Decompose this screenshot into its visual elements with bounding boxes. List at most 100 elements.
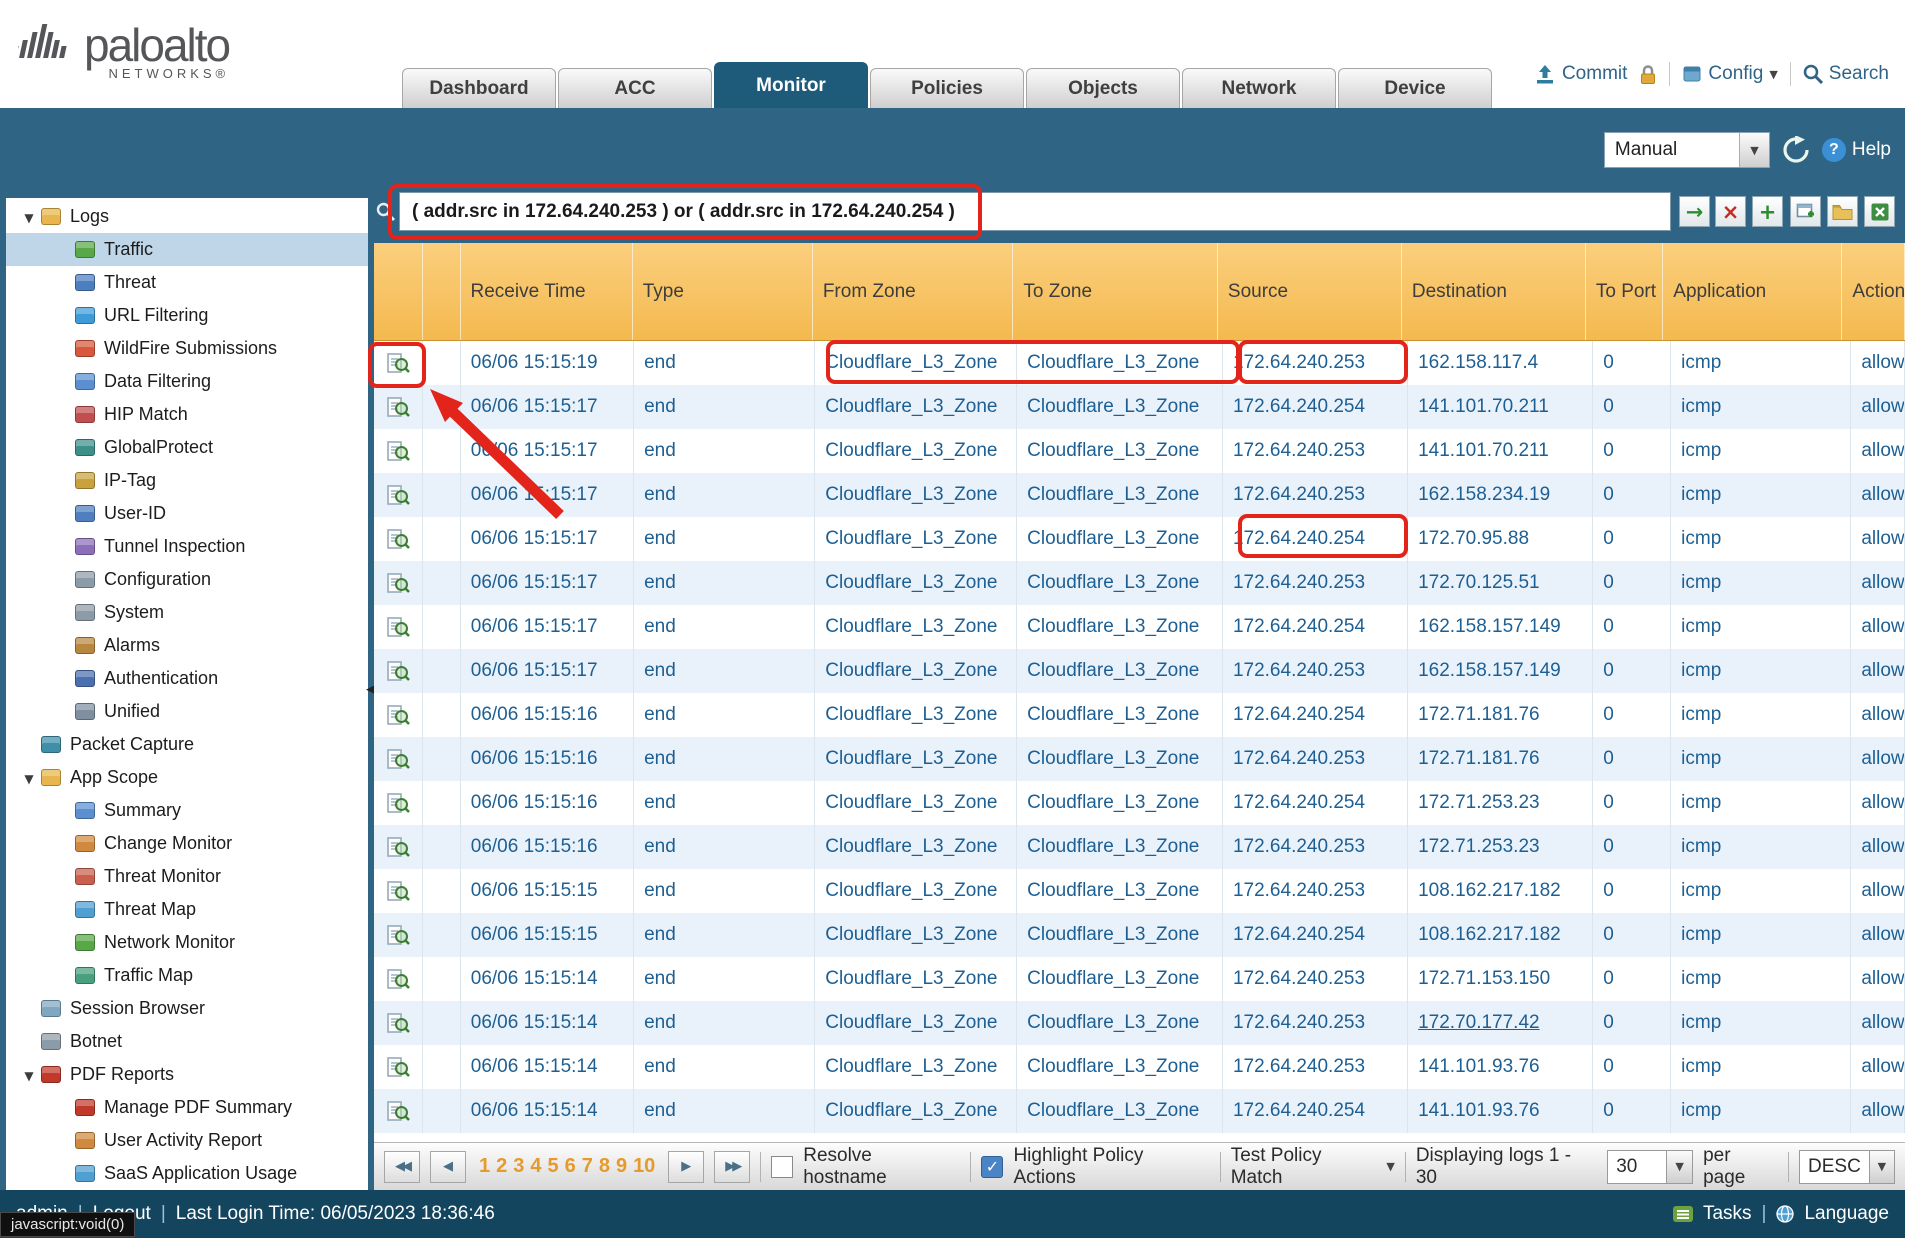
- cell-action[interactable]: allow: [1851, 473, 1905, 517]
- sidebar-item-traffic-map[interactable]: Traffic Map: [6, 959, 368, 992]
- cell-type[interactable]: end: [634, 341, 815, 385]
- sidebar-item-threat[interactable]: Threat: [6, 266, 368, 299]
- cell-source[interactable]: 172.64.240.254: [1223, 781, 1408, 825]
- cell-destination[interactable]: 172.71.253.23: [1408, 825, 1593, 869]
- select-dropdown-button[interactable]: ▼: [1666, 1151, 1692, 1183]
- page-number[interactable]: 3: [513, 1155, 524, 1177]
- sort-order-select[interactable]: DESC ▼: [1799, 1150, 1895, 1184]
- page-number[interactable]: 2: [496, 1155, 507, 1177]
- cell-receive-time[interactable]: 06/06 15:15:15: [461, 913, 634, 957]
- cell-action[interactable]: allow: [1851, 429, 1905, 473]
- cell-destination[interactable]: 141.101.70.211: [1408, 429, 1593, 473]
- cell-receive-time[interactable]: 06/06 15:15:15: [461, 869, 634, 913]
- cell-to-zone[interactable]: Cloudflare_L3_Zone: [1017, 605, 1223, 649]
- log-detail-icon[interactable]: [374, 693, 423, 737]
- cell-application[interactable]: icmp: [1671, 385, 1851, 429]
- log-detail-icon[interactable]: [374, 781, 423, 825]
- cell-receive-time[interactable]: 06/06 15:15:19: [461, 341, 634, 385]
- column-header-receive-time[interactable]: Receive Time: [461, 243, 633, 340]
- log-detail-icon[interactable]: [374, 473, 423, 517]
- cell-from-zone[interactable]: Cloudflare_L3_Zone: [815, 385, 1017, 429]
- cell-to-zone[interactable]: Cloudflare_L3_Zone: [1017, 429, 1223, 473]
- cell-source[interactable]: 172.64.240.254: [1223, 385, 1408, 429]
- page-number[interactable]: 5: [547, 1155, 558, 1177]
- cell-receive-time[interactable]: 06/06 15:15:17: [461, 385, 634, 429]
- log-detail-icon[interactable]: [374, 429, 423, 473]
- cell-to-port[interactable]: 0: [1593, 825, 1671, 869]
- clear-filter-button[interactable]: ×: [1715, 196, 1746, 227]
- cell-to-zone[interactable]: Cloudflare_L3_Zone: [1017, 825, 1223, 869]
- test-policy-match-dropdown[interactable]: Test Policy Match ▼: [1231, 1145, 1395, 1189]
- sidebar-item-system[interactable]: System: [6, 596, 368, 629]
- cell-to-port[interactable]: 0: [1593, 957, 1671, 1001]
- cell-to-zone[interactable]: Cloudflare_L3_Zone: [1017, 649, 1223, 693]
- cell-receive-time[interactable]: 06/06 15:15:17: [461, 429, 634, 473]
- cell-to-zone[interactable]: Cloudflare_L3_Zone: [1017, 1045, 1223, 1089]
- cell-application[interactable]: icmp: [1671, 869, 1851, 913]
- cell-application[interactable]: icmp: [1671, 473, 1851, 517]
- cell-source[interactable]: 172.64.240.254: [1223, 1089, 1408, 1133]
- cell-receive-time[interactable]: 06/06 15:15:16: [461, 693, 634, 737]
- filter-builder-button[interactable]: [1790, 196, 1821, 227]
- column-header-type[interactable]: Type: [633, 243, 813, 340]
- sidebar-item-threat-map[interactable]: Threat Map: [6, 893, 368, 926]
- cell-application[interactable]: icmp: [1671, 737, 1851, 781]
- sidebar-item-user-id[interactable]: User-ID: [6, 497, 368, 530]
- sidebar-item-globalprotect[interactable]: GlobalProtect: [6, 431, 368, 464]
- log-detail-icon[interactable]: [374, 341, 423, 385]
- cell-application[interactable]: icmp: [1671, 1089, 1851, 1133]
- page-number[interactable]: 7: [582, 1155, 593, 1177]
- tab-device[interactable]: Device: [1338, 68, 1492, 108]
- cell-from-zone[interactable]: Cloudflare_L3_Zone: [815, 781, 1017, 825]
- cell-source[interactable]: 172.64.240.253: [1223, 957, 1408, 1001]
- cell-to-port[interactable]: 0: [1593, 561, 1671, 605]
- cell-destination[interactable]: 172.70.95.88: [1408, 517, 1593, 561]
- global-search-button[interactable]: Search: [1803, 63, 1889, 85]
- cell-destination[interactable]: 162.158.157.149: [1408, 605, 1593, 649]
- cell-receive-time[interactable]: 06/06 15:15:17: [461, 605, 634, 649]
- cell-application[interactable]: icmp: [1671, 913, 1851, 957]
- log-detail-icon[interactable]: [374, 825, 423, 869]
- cell-action[interactable]: allow: [1851, 825, 1905, 869]
- sidebar-item-manage-pdf-summary[interactable]: Manage PDF Summary: [6, 1091, 368, 1124]
- export-button[interactable]: [1864, 196, 1895, 227]
- cell-receive-time[interactable]: 06/06 15:15:17: [461, 473, 634, 517]
- cell-to-zone[interactable]: Cloudflare_L3_Zone: [1017, 1001, 1223, 1045]
- expand-arrow-icon[interactable]: [20, 206, 38, 227]
- cell-to-zone[interactable]: Cloudflare_L3_Zone: [1017, 913, 1223, 957]
- cell-to-port[interactable]: 0: [1593, 649, 1671, 693]
- cell-source[interactable]: 172.64.240.253: [1223, 429, 1408, 473]
- cell-receive-time[interactable]: 06/06 15:15:14: [461, 957, 634, 1001]
- cell-to-zone[interactable]: Cloudflare_L3_Zone: [1017, 473, 1223, 517]
- cell-source[interactable]: 172.64.240.253: [1223, 1045, 1408, 1089]
- cell-source[interactable]: 172.64.240.254: [1223, 693, 1408, 737]
- cell-action[interactable]: allow: [1851, 517, 1905, 561]
- page-number[interactable]: 6: [565, 1155, 576, 1177]
- cell-from-zone[interactable]: Cloudflare_L3_Zone: [815, 473, 1017, 517]
- cell-action[interactable]: allow: [1851, 913, 1905, 957]
- log-detail-icon[interactable]: [374, 1089, 423, 1133]
- cell-action[interactable]: allow: [1851, 957, 1905, 1001]
- cell-destination[interactable]: 162.158.234.19: [1408, 473, 1593, 517]
- lock-icon[interactable]: [1639, 64, 1657, 85]
- cell-action[interactable]: allow: [1851, 605, 1905, 649]
- cell-from-zone[interactable]: Cloudflare_L3_Zone: [815, 737, 1017, 781]
- cell-from-zone[interactable]: Cloudflare_L3_Zone: [815, 957, 1017, 1001]
- cell-type[interactable]: end: [634, 1089, 815, 1133]
- sidebar-item-data-filtering[interactable]: Data Filtering: [6, 365, 368, 398]
- tab-network[interactable]: Network: [1182, 68, 1336, 108]
- cell-destination[interactable]: 108.162.217.182: [1408, 869, 1593, 913]
- log-filter-input[interactable]: [399, 192, 1671, 231]
- sidebar-item-ip-tag[interactable]: IP-Tag: [6, 464, 368, 497]
- cell-type[interactable]: end: [634, 649, 815, 693]
- cell-type[interactable]: end: [634, 385, 815, 429]
- cell-from-zone[interactable]: Cloudflare_L3_Zone: [815, 605, 1017, 649]
- cell-destination[interactable]: 172.71.181.76: [1408, 693, 1593, 737]
- sidebar-item-url-filtering[interactable]: URL Filtering: [6, 299, 368, 332]
- sidebar-item-network-monitor[interactable]: Network Monitor: [6, 926, 368, 959]
- cell-from-zone[interactable]: Cloudflare_L3_Zone: [815, 913, 1017, 957]
- tab-dashboard[interactable]: Dashboard: [402, 68, 556, 108]
- cell-to-zone[interactable]: Cloudflare_L3_Zone: [1017, 341, 1223, 385]
- cell-receive-time[interactable]: 06/06 15:15:16: [461, 781, 634, 825]
- log-detail-icon[interactable]: [374, 561, 423, 605]
